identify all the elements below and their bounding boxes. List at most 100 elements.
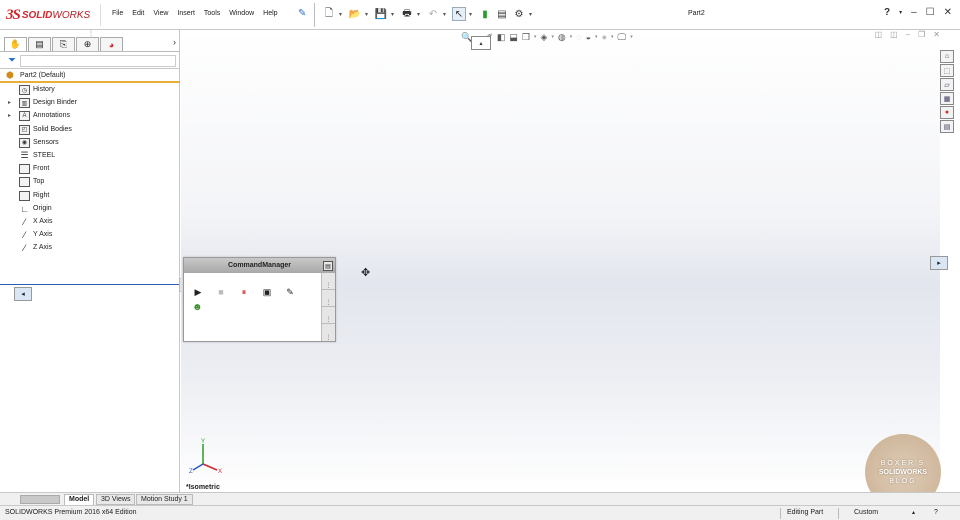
minimize-button[interactable]: –: [911, 7, 917, 18]
tree-item-annotations[interactable]: ▸ A Annotations: [0, 110, 180, 123]
view-palette-icon[interactable]: ▦: [940, 92, 954, 105]
command-manager-title[interactable]: CommandManager: [184, 258, 335, 273]
expand-arrow-icon[interactable]: ▸: [8, 99, 11, 106]
tab-dimxpert-manager[interactable]: ⊕: [76, 37, 99, 51]
display-monitor-icon[interactable]: 🖵: [618, 32, 627, 43]
restore-view-icon[interactable]: ❐: [918, 30, 925, 39]
task-pane-toggle-button[interactable]: ▸: [930, 256, 948, 270]
open-folder-icon[interactable]: 📂: [348, 7, 362, 21]
tab-property-manager[interactable]: ▤: [28, 37, 51, 51]
chevron-down-icon[interactable]: ▾: [529, 11, 535, 18]
design-library-icon[interactable]: ⬚: [940, 64, 954, 77]
tree-item-solid-bodies[interactable]: ◰ Solid Bodies: [0, 124, 180, 137]
new-macro-icon[interactable]: ▣: [261, 286, 273, 298]
file-explorer-icon[interactable]: ▱: [940, 78, 954, 91]
new-document-icon[interactable]: 🗋: [322, 7, 336, 21]
apply-scene-icon[interactable]: ◒: [586, 32, 591, 42]
split-view-icon[interactable]: ◫: [890, 30, 898, 39]
tree-item-design-binder[interactable]: ▸ ▥ Design Binder: [0, 97, 180, 110]
menu-insert[interactable]: Insert: [177, 10, 195, 17]
chevron-down-icon[interactable]: ▾: [899, 9, 902, 16]
section-view-icon[interactable]: ◧: [497, 32, 506, 43]
view-settings-icon[interactable]: ●: [602, 32, 607, 42]
maximize-button[interactable]: ☐: [926, 7, 935, 18]
tree-item-right-plane[interactable]: Right: [0, 190, 180, 203]
edit-macro-icon[interactable]: ✎: [284, 286, 296, 298]
chevron-down-icon[interactable]: ▾: [469, 11, 475, 18]
chevron-down-icon[interactable]: ▾: [534, 34, 537, 40]
tree-item-history[interactable]: ◷ History: [0, 84, 180, 97]
chevron-down-icon[interactable]: ▾: [339, 11, 345, 18]
file-properties-icon[interactable]: ▤: [495, 7, 509, 21]
edit-appearance-icon[interactable]: ◌: [576, 32, 581, 42]
panel-grip-icon[interactable]: ⋮: [88, 30, 94, 37]
tab-3d-views[interactable]: 3D Views: [96, 494, 136, 505]
display-style-icon[interactable]: ◈: [540, 32, 547, 43]
help-icon[interactable]: ?: [884, 7, 890, 18]
view-selector-button[interactable]: ▴: [471, 36, 491, 50]
chevron-down-icon[interactable]: ▾: [570, 34, 573, 40]
record-pause-macro-icon[interactable]: ⏸: [238, 286, 250, 298]
cmd-tab-4[interactable]: ⋮: [322, 324, 335, 341]
run-macro-icon[interactable]: ▶: [192, 286, 204, 298]
tab-model[interactable]: Model: [64, 494, 95, 505]
tree-item-material[interactable]: ☰ STEEL: [0, 150, 180, 163]
customize-macro-icon[interactable]: ☻: [192, 302, 203, 313]
chevron-right-icon[interactable]: ›: [173, 37, 176, 47]
chevron-down-icon[interactable]: ▾: [443, 11, 449, 18]
rebuild-icon[interactable]: ▮: [478, 7, 492, 21]
chevron-down-icon[interactable]: ▾: [551, 34, 554, 40]
solidworks-resources-icon[interactable]: ⌂: [940, 50, 954, 63]
menu-window[interactable]: Window: [229, 10, 254, 17]
save-icon[interactable]: 💾: [374, 7, 388, 21]
tree-item-z-axis[interactable]: ⁄ Z Axis: [0, 242, 180, 255]
menu-tools[interactable]: Tools: [204, 10, 220, 17]
expand-arrow-icon[interactable]: ▸: [8, 112, 11, 119]
chevron-down-icon[interactable]: ▾: [611, 34, 614, 40]
undo-icon[interactable]: ↶: [426, 7, 440, 21]
quick-tips-icon[interactable]: ?: [934, 509, 938, 516]
tree-root-part[interactable]: ⬢ Part2 (Default): [0, 70, 180, 83]
chevron-down-icon[interactable]: ▾: [391, 11, 397, 18]
close-view-icon[interactable]: ✕: [933, 30, 940, 39]
cmd-tab-1[interactable]: ⋮: [322, 273, 335, 290]
chevron-up-icon[interactable]: ▴: [912, 509, 915, 516]
chevron-down-icon[interactable]: ▾: [630, 34, 633, 40]
chevron-down-icon[interactable]: ▾: [417, 11, 423, 18]
tab-feature-manager[interactable]: ✋: [4, 37, 27, 51]
cmd-tab-2[interactable]: ⋮: [322, 290, 335, 307]
custom-properties-icon[interactable]: ▤: [940, 120, 954, 133]
cmd-tab-3[interactable]: ⋮: [322, 307, 335, 324]
panel-split-divider[interactable]: [0, 284, 180, 285]
command-manager-menu-icon[interactable]: ▤: [323, 261, 333, 271]
menu-view[interactable]: View: [153, 10, 168, 17]
tile-view-icon[interactable]: ◫: [875, 30, 883, 39]
dynamic-annotation-icon[interactable]: ⬓: [509, 32, 518, 43]
menu-file[interactable]: File: [112, 10, 123, 17]
chevron-down-icon[interactable]: ▾: [595, 34, 598, 40]
pin-menu-icon[interactable]: ✎: [298, 8, 306, 19]
tree-item-origin[interactable]: ∟ Origin: [0, 203, 180, 216]
tree-item-front-plane[interactable]: Front: [0, 163, 180, 176]
menu-edit[interactable]: Edit: [132, 10, 144, 17]
tab-navigation-arrows[interactable]: [20, 495, 60, 504]
chevron-down-icon[interactable]: ▾: [365, 11, 371, 18]
view-orientation-icon[interactable]: ❒: [522, 32, 530, 43]
minimize-view-icon[interactable]: –: [906, 30, 910, 39]
menu-help[interactable]: Help: [263, 10, 277, 17]
solidworks-logo[interactable]: 3S SOLIDWORKS: [6, 6, 90, 24]
options-gear-icon[interactable]: ⚙: [512, 7, 526, 21]
collapse-panel-button[interactable]: ◂: [14, 287, 32, 301]
filter-input[interactable]: [20, 55, 176, 67]
stop-macro-icon[interactable]: ■: [215, 286, 227, 298]
select-cursor-icon[interactable]: ↖: [452, 7, 466, 21]
tree-item-x-axis[interactable]: ⁄ X Axis: [0, 216, 180, 229]
tree-item-top-plane[interactable]: Top: [0, 176, 180, 189]
tab-motion-study-1[interactable]: Motion Study 1: [136, 494, 193, 505]
unit-system-selector[interactable]: Custom: [854, 509, 878, 516]
print-icon[interactable]: 🖶: [400, 7, 414, 21]
tab-configuration-manager[interactable]: ⎘: [52, 37, 75, 51]
tree-item-sensors[interactable]: ◉ Sensors: [0, 137, 180, 150]
hide-show-items-icon[interactable]: ◍: [558, 32, 566, 43]
appearances-icon[interactable]: ●: [940, 106, 954, 119]
